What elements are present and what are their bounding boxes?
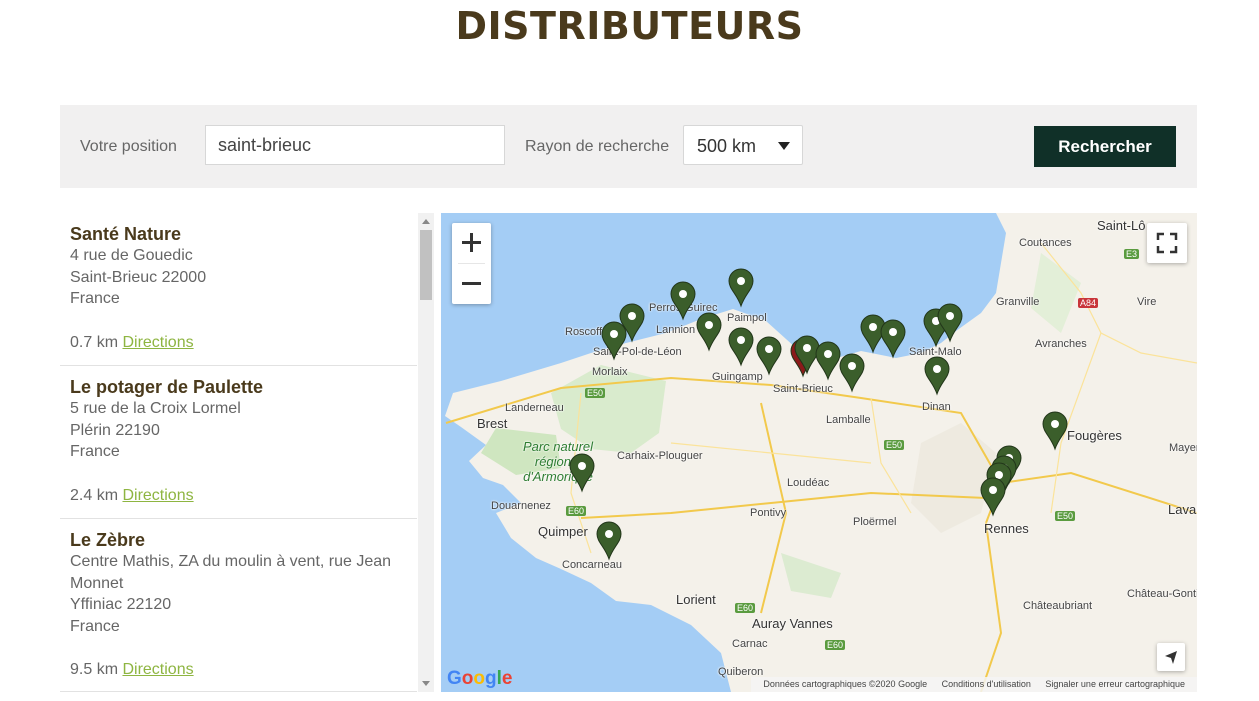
map-marker-icon[interactable] [670, 281, 696, 321]
zoom-out-button[interactable] [452, 264, 491, 304]
scroll-up-icon[interactable] [422, 219, 430, 224]
store-distance-row: 0.7 km Directions [70, 332, 417, 353]
store-address-line: France [70, 617, 120, 635]
zoom-out-icon [462, 282, 481, 285]
directions-link[interactable]: Directions [122, 334, 193, 351]
store-distance: 0.7 km [70, 333, 119, 351]
zoom-control [452, 223, 491, 304]
store-address-line: Saint-Brieuc 22000 [70, 268, 207, 286]
my-location-button[interactable] [1157, 643, 1185, 671]
map-data-credit: Données cartographiques ©2020 Google [763, 679, 928, 689]
store-distance-row: 2.4 km Directions [70, 485, 417, 506]
map-markers [569, 268, 1068, 561]
radius-select[interactable]: 500 km [683, 125, 803, 165]
store-address-line: Yffiniac 22120 [70, 596, 172, 613]
results-scrollbar[interactable] [418, 213, 434, 692]
google-logo: Google [447, 668, 513, 689]
terms-link[interactable]: Conditions d'utilisation [942, 679, 1031, 689]
map-marker-icon[interactable] [728, 268, 754, 308]
my-location-icon [1165, 651, 1177, 664]
position-input[interactable] [205, 125, 505, 165]
map-marker-icon[interactable] [1042, 411, 1068, 451]
zoom-in-button[interactable] [452, 223, 491, 263]
store-name: Le Zèbre [70, 530, 146, 550]
map-marker-icon[interactable] [601, 321, 627, 361]
store-address-line: 4 rue de Gouedic [70, 247, 193, 264]
zoom-in-icon [462, 233, 481, 252]
map-marker-icon[interactable] [569, 453, 595, 493]
chevron-down-icon [778, 142, 790, 150]
map-marker-icon[interactable] [728, 327, 754, 367]
map-marker-icon[interactable] [980, 477, 1006, 517]
page-title: DISTRIBUTEURS [455, 4, 804, 48]
list-item: Le Zèbre Centre Mathis, ZA du moulin à v… [60, 519, 417, 692]
store-address-line: Plérin 22190 [70, 421, 160, 439]
map-marker-icon[interactable] [815, 341, 841, 381]
map-marker-icon[interactable] [696, 312, 722, 352]
store-distance: 2.4 km [70, 486, 119, 504]
list-item: Santé Nature 4 rue de Gouedic Saint-Brie… [60, 213, 417, 366]
map-marker-icon[interactable] [596, 521, 622, 561]
map-marker-icon[interactable] [839, 353, 865, 393]
search-button[interactable]: Rechercher [1034, 126, 1176, 167]
position-label: Votre position [80, 138, 177, 155]
store-address-line: 5 rue de la Croix Lormel [70, 400, 241, 417]
report-error-link[interactable]: Signaler une erreur cartographique [1045, 679, 1185, 689]
search-bar: Votre position Rayon de recherche 500 km… [60, 105, 1197, 188]
map-marker-icon[interactable] [880, 319, 906, 359]
scrollbar-thumb[interactable] [420, 230, 432, 300]
list-item: Le potager de Paulette 5 rue de la Croix… [60, 366, 417, 519]
store-address-line: Monnet [70, 574, 124, 592]
map-marker-icon[interactable] [756, 336, 782, 376]
store-address-line: France [70, 443, 120, 460]
store-distance: 9.5 km [70, 661, 119, 678]
map-marker-icon[interactable] [924, 356, 950, 396]
map-attribution: Données cartographiques ©2020 Google Con… [751, 677, 1197, 692]
directions-link[interactable]: Directions [122, 661, 193, 678]
store-name: Santé Nature [70, 224, 182, 244]
radius-value: 500 km [697, 136, 757, 156]
fullscreen-icon [1156, 232, 1178, 254]
scroll-down-icon[interactable] [422, 681, 430, 686]
results-list[interactable]: Santé Nature 4 rue de Gouedic Saint-Brie… [60, 213, 434, 692]
fullscreen-button[interactable] [1147, 223, 1187, 263]
radius-label: Rayon de recherche [525, 138, 670, 155]
store-address-line: France [70, 290, 120, 307]
map[interactable]: Saint-Lô Coutances Granville Vire Avranc… [441, 213, 1197, 692]
store-distance-row: 9.5 km Directions [70, 659, 417, 680]
directions-link[interactable]: Directions [122, 487, 193, 504]
store-address-line: Centre Mathis, ZA du moulin à vent, rue … [70, 553, 392, 570]
store-name: Le potager de Paulette [70, 377, 264, 397]
